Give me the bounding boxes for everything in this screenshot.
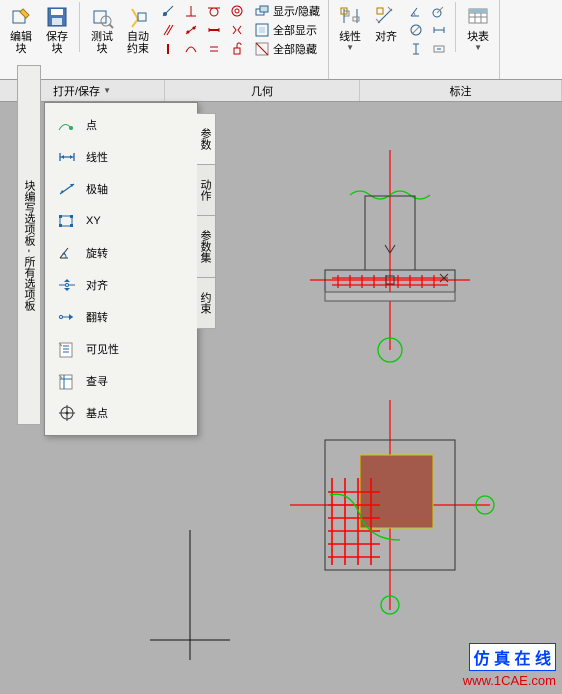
save-block-button[interactable]: 保存块 [40, 2, 74, 58]
ribbon: 编辑块 保存块 测试块 自动约束 显示/隐藏 [0, 0, 562, 80]
constraint-fix-icon[interactable] [226, 40, 248, 58]
linear-icon [56, 148, 78, 166]
separator [455, 2, 456, 52]
align-icon [374, 5, 398, 29]
param-polar[interactable]: 极轴 [49, 173, 193, 205]
auto-constrain-icon [126, 5, 150, 29]
tab-parameters[interactable]: 参数 [197, 113, 216, 165]
watermark-url: www.1CAE.com [463, 673, 556, 688]
palette-side-tabs: 参数 动作 参数集 约束 [197, 113, 216, 328]
test-block-button[interactable]: 测试块 [85, 2, 119, 58]
watermark: 仿 真 在 线 www.1CAE.com [463, 643, 556, 688]
hide-all-icon [254, 41, 270, 57]
param-lookup[interactable]: 查寻 [49, 365, 193, 397]
dim-horizontal-icon[interactable] [428, 21, 450, 39]
constraint-symmetric-icon[interactable] [226, 21, 248, 39]
constraint-coincident-icon[interactable] [157, 2, 179, 20]
panel-annotate[interactable]: 标注 [360, 80, 562, 101]
constraint-parallel-icon[interactable] [157, 21, 179, 39]
align-param-icon [56, 276, 78, 294]
drawing-bottom [280, 400, 500, 620]
constraint-grid [157, 2, 248, 58]
param-rotate[interactable]: 旋转 [49, 237, 193, 269]
test-block-icon [90, 5, 114, 29]
linear-dim-button[interactable]: 线性▼ [333, 2, 367, 55]
show-all-label: 全部显示 [273, 22, 317, 38]
param-align[interactable]: 对齐 [49, 269, 193, 301]
param-point[interactable]: 点 [49, 109, 193, 141]
hide-all-button[interactable]: 全部隐藏 [250, 40, 324, 58]
param-visibility[interactable]: 可见性 [49, 333, 193, 365]
visibility-icon [56, 340, 78, 358]
param-flip[interactable]: 翻转 [49, 301, 193, 333]
show-all-icon [254, 22, 270, 38]
align-button[interactable]: 对齐 [369, 2, 403, 46]
palette-title: 块编写选项板 - 所有选项板 [17, 65, 41, 425]
constraint-smooth-icon[interactable] [180, 40, 202, 58]
ribbon-group-open-save: 编辑块 保存块 测试块 自动约束 显示/隐藏 [0, 0, 329, 79]
auto-constrain-label: 自动约束 [127, 31, 149, 55]
dim-angular-icon[interactable] [405, 2, 427, 20]
polar-icon [56, 180, 78, 198]
block-table-button[interactable]: 块表▼ [461, 2, 495, 55]
linear-dim-icon [338, 5, 362, 29]
constraint-concentric-icon[interactable] [226, 2, 248, 20]
hide-all-label: 全部隐藏 [273, 41, 317, 57]
dim-vertical-icon[interactable] [405, 40, 427, 58]
tab-actions[interactable]: 动作 [197, 164, 216, 216]
block-table-icon [466, 5, 490, 29]
ribbon-panel-bar: 打开/保存▼ 几何 标注 [0, 80, 562, 102]
palette-body: 点 线性 极轴 XY 旋转 对齐 翻转 可见性 查寻 基点 [45, 103, 197, 435]
point-icon [56, 116, 78, 134]
dim-convert-icon[interactable] [428, 40, 450, 58]
watermark-title: 仿 真 在 线 [469, 643, 556, 671]
panel-geometry[interactable]: 几何 [165, 80, 360, 101]
constraint-equal-icon[interactable] [203, 40, 225, 58]
constraint-tangent-icon[interactable] [203, 2, 225, 20]
linear-dim-label: 线性 [339, 31, 361, 43]
basepoint-icon [56, 404, 78, 422]
separator [79, 2, 80, 52]
edit-block-button[interactable]: 编辑块 [4, 2, 38, 58]
constraint-perpendicular-icon[interactable] [180, 2, 202, 20]
flip-icon [56, 308, 78, 326]
authoring-palette: ✕ ▸◂ ▤ 块编写选项板 - 所有选项板 点 线性 极轴 XY 旋转 对齐 翻… [44, 102, 198, 436]
constraint-collinear-icon[interactable] [180, 21, 202, 39]
show-all-button[interactable]: 全部显示 [250, 21, 324, 39]
lookup-icon [56, 372, 78, 390]
edit-block-icon [9, 5, 33, 29]
edit-block-label: 编辑块 [10, 31, 32, 55]
save-block-icon [45, 5, 69, 29]
dim-grid [405, 2, 450, 58]
drawing-top [290, 150, 490, 370]
dim-diameter-icon[interactable] [405, 21, 427, 39]
align-label: 对齐 [375, 31, 397, 43]
dim-radius-icon[interactable] [428, 2, 450, 20]
xy-icon [56, 212, 78, 230]
crosshair [150, 530, 230, 660]
tab-paramsets[interactable]: 参数集 [197, 215, 216, 278]
block-table-label: 块表 [467, 31, 489, 43]
auto-constrain-button[interactable]: 自动约束 [121, 2, 155, 58]
show-hide-label: 显示/隐藏 [273, 3, 320, 19]
ribbon-group-annotate: 线性▼ 对齐 块表▼ [329, 0, 500, 79]
tab-constraints[interactable]: 约束 [197, 277, 216, 329]
rotate-icon [56, 244, 78, 262]
show-hide-icon [254, 3, 270, 19]
show-hide-group: 显示/隐藏 全部显示 全部隐藏 [250, 2, 324, 58]
save-block-label: 保存块 [46, 31, 68, 55]
param-linear[interactable]: 线性 [49, 141, 193, 173]
constraint-vertical-icon[interactable] [157, 40, 179, 58]
constraint-horizontal-icon[interactable] [203, 21, 225, 39]
show-hide-button[interactable]: 显示/隐藏 [250, 2, 324, 20]
param-xy[interactable]: XY [49, 205, 193, 237]
param-basepoint[interactable]: 基点 [49, 397, 193, 429]
test-block-label: 测试块 [91, 31, 113, 55]
